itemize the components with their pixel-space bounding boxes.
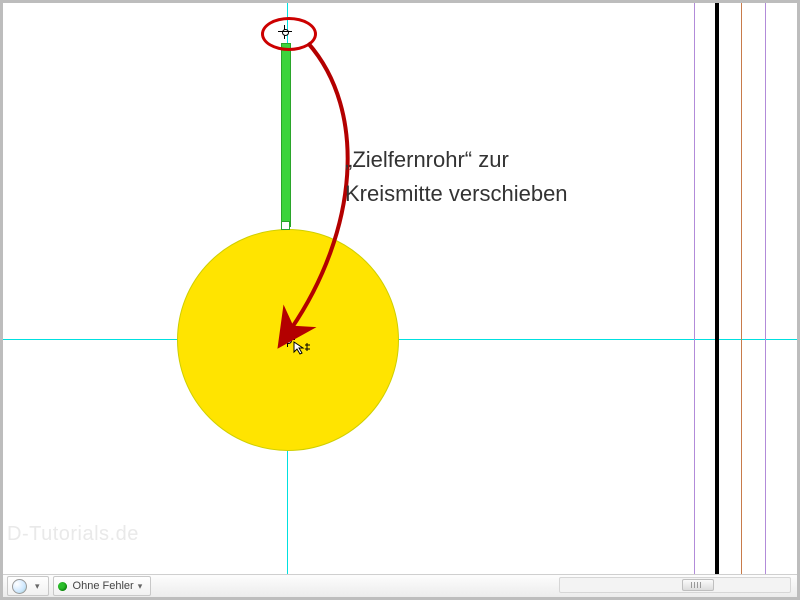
- preflight-menu-button[interactable]: ▾: [7, 576, 49, 596]
- page-line-purple-left: [694, 3, 695, 575]
- guide-horizontal: [3, 339, 797, 340]
- error-status-button[interactable]: Ohne Fehler ▾: [53, 576, 152, 596]
- dropdown-caret-icon: ▾: [138, 581, 143, 592]
- annotation-line2: Kreismitte verschieben: [345, 177, 568, 211]
- page-line-orange: [741, 3, 742, 575]
- dropdown-caret-icon: ▾: [35, 581, 40, 592]
- annotation-line1: „Zielfernrohr“ zur: [345, 143, 568, 177]
- page-line-black: [715, 3, 719, 575]
- scrollbar-thumb[interactable]: [682, 579, 714, 591]
- drawing-canvas[interactable]: „Zielfernrohr“ zur Kreismitte verschiebe…: [3, 3, 797, 575]
- annotation-text: „Zielfernrohr“ zur Kreismitte verschiebe…: [345, 143, 568, 211]
- globe-icon: [12, 579, 27, 594]
- page-line-purple-right: [765, 3, 766, 575]
- error-status-label: Ohne Fehler: [73, 580, 134, 592]
- watermark-text: D-Tutorials.de: [7, 523, 139, 546]
- status-bar: ▾ Ohne Fehler ▾: [3, 574, 797, 597]
- horizontal-scrollbar[interactable]: [559, 577, 791, 593]
- status-dot-icon: [58, 582, 67, 591]
